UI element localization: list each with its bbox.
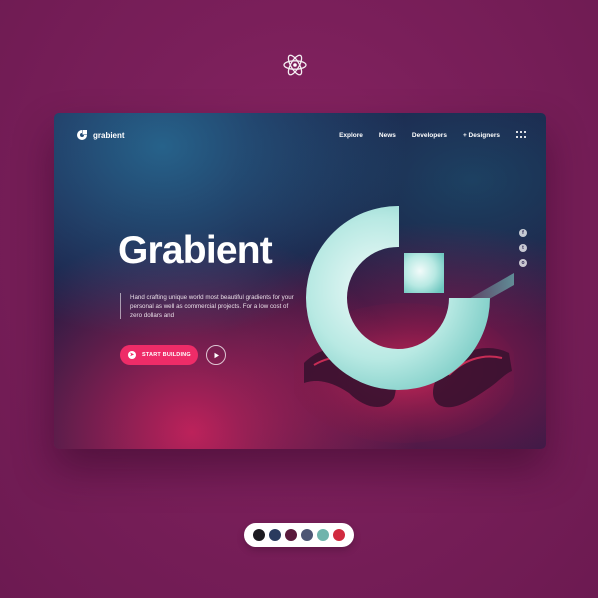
hero-description: Hand crafting unique world most beautifu… <box>130 294 294 320</box>
palette-swatch <box>301 529 313 541</box>
nav-news[interactable]: News <box>379 132 396 139</box>
palette-swatch <box>317 529 329 541</box>
cta-label: START BUILDING <box>142 352 191 358</box>
grid-menu-icon[interactable] <box>516 131 526 139</box>
facebook-icon[interactable]: f <box>519 229 527 237</box>
hero-g-illustration <box>294 205 514 443</box>
color-palette <box>244 523 354 547</box>
brand-name: grabient <box>93 130 125 140</box>
start-building-button[interactable]: ➤ START BUILDING <box>120 345 198 365</box>
nav-designers[interactable]: + Designers <box>463 132 500 139</box>
nav-developers[interactable]: Developers <box>412 132 447 139</box>
palette-swatch <box>285 529 297 541</box>
arrow-right-icon: ➤ <box>128 351 136 359</box>
grabient-logo-icon <box>77 130 87 140</box>
palette-swatch <box>253 529 265 541</box>
atom-logo-icon <box>283 54 307 76</box>
social-links: f t o <box>519 229 527 267</box>
brand-logo[interactable]: grabient <box>76 129 125 141</box>
palette-swatch <box>333 529 345 541</box>
nav-explore[interactable]: Explore <box>339 132 363 139</box>
description-divider <box>120 293 121 319</box>
palette-swatch <box>269 529 281 541</box>
hero-title: Grabient <box>118 229 273 272</box>
twitter-icon[interactable]: t <box>519 244 527 252</box>
top-nav: Explore News Developers + Designers <box>339 131 526 139</box>
landing-page-card: grabient Explore News Developers + Desig… <box>54 113 546 449</box>
play-video-button[interactable] <box>206 345 226 365</box>
play-icon <box>214 352 219 358</box>
instagram-icon[interactable]: o <box>519 259 527 267</box>
